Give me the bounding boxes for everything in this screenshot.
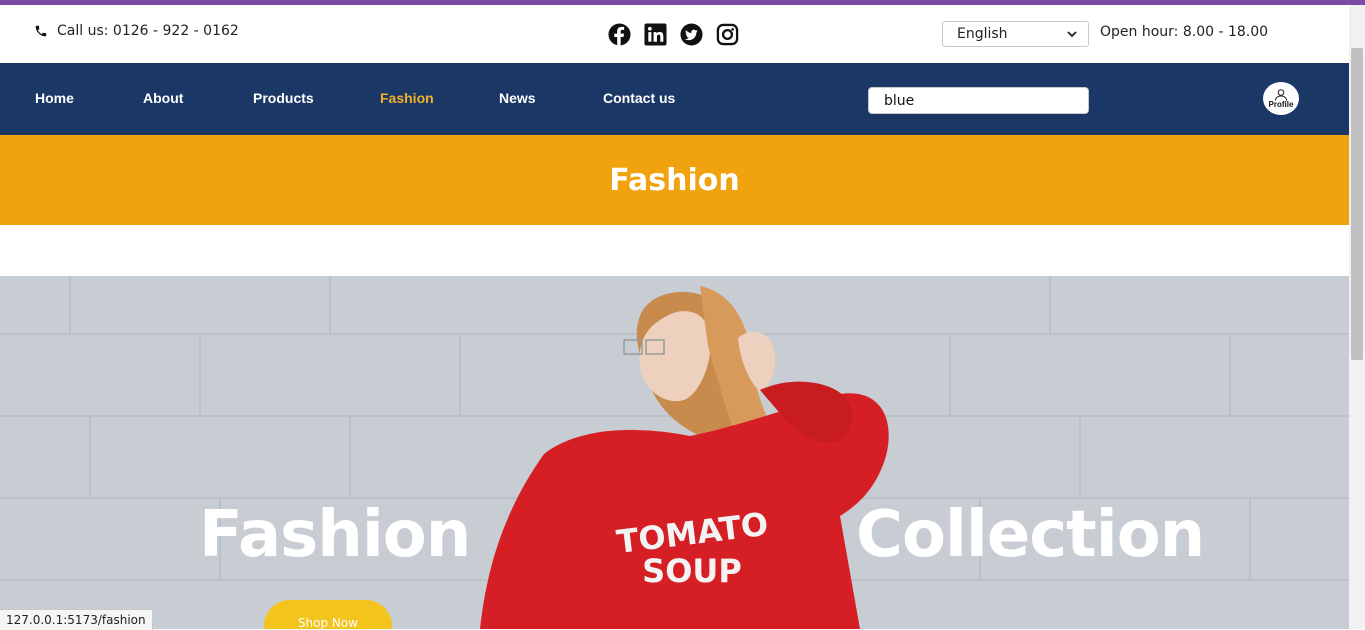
nav-contact-us[interactable]: Contact us: [603, 90, 675, 106]
phone-icon: [35, 25, 47, 37]
shop-now-button[interactable]: Shop Now: [264, 600, 392, 629]
call-text: Call us: 0126 - 922 - 0162: [57, 23, 239, 39]
language-select[interactable]: English: [942, 21, 1089, 47]
facebook-icon[interactable]: [608, 23, 631, 46]
nav-news[interactable]: News: [499, 90, 536, 106]
twitter-icon[interactable]: [680, 23, 703, 46]
profile-label: Profile: [1268, 99, 1294, 109]
nav-products[interactable]: Products: [253, 90, 314, 106]
linkedin-icon[interactable]: [644, 23, 667, 46]
call-info: Call us: 0126 - 922 - 0162: [34, 23, 239, 39]
top-bar: Call us: 0126 - 922 - 0162 English Open …: [0, 5, 1349, 63]
nav-about[interactable]: About: [143, 90, 183, 106]
social-links: [608, 23, 739, 46]
page-title: Fashion: [609, 162, 740, 198]
nav-fashion[interactable]: Fashion: [380, 90, 434, 106]
language-value: English: [957, 26, 1008, 42]
hero-section: Fashion Collection TOMATO SOUP Shop Now: [0, 276, 1349, 629]
nav-home[interactable]: Home: [35, 90, 74, 106]
status-bar-url: 127.0.0.1:5173/fashion: [0, 609, 153, 630]
profile-button[interactable]: Profile: [1263, 82, 1299, 115]
scrollbar-thumb[interactable]: [1351, 48, 1363, 360]
hero-word-left: Fashion: [199, 498, 471, 572]
page-banner: Fashion: [0, 135, 1349, 225]
open-hours: Open hour: 8.00 - 18.00: [1100, 24, 1269, 40]
search-input[interactable]: [868, 87, 1089, 114]
instagram-icon[interactable]: [716, 23, 739, 46]
chevron-down-icon: [1067, 31, 1077, 38]
main-nav: Home About Products Fashion News Contact…: [0, 63, 1349, 135]
hero-word-right: Collection: [856, 498, 1205, 572]
page-scrollbar[interactable]: [1349, 5, 1365, 629]
shirt-text-2: SOUP: [642, 552, 742, 590]
shirt-print: TOMATO SOUP: [615, 505, 771, 590]
